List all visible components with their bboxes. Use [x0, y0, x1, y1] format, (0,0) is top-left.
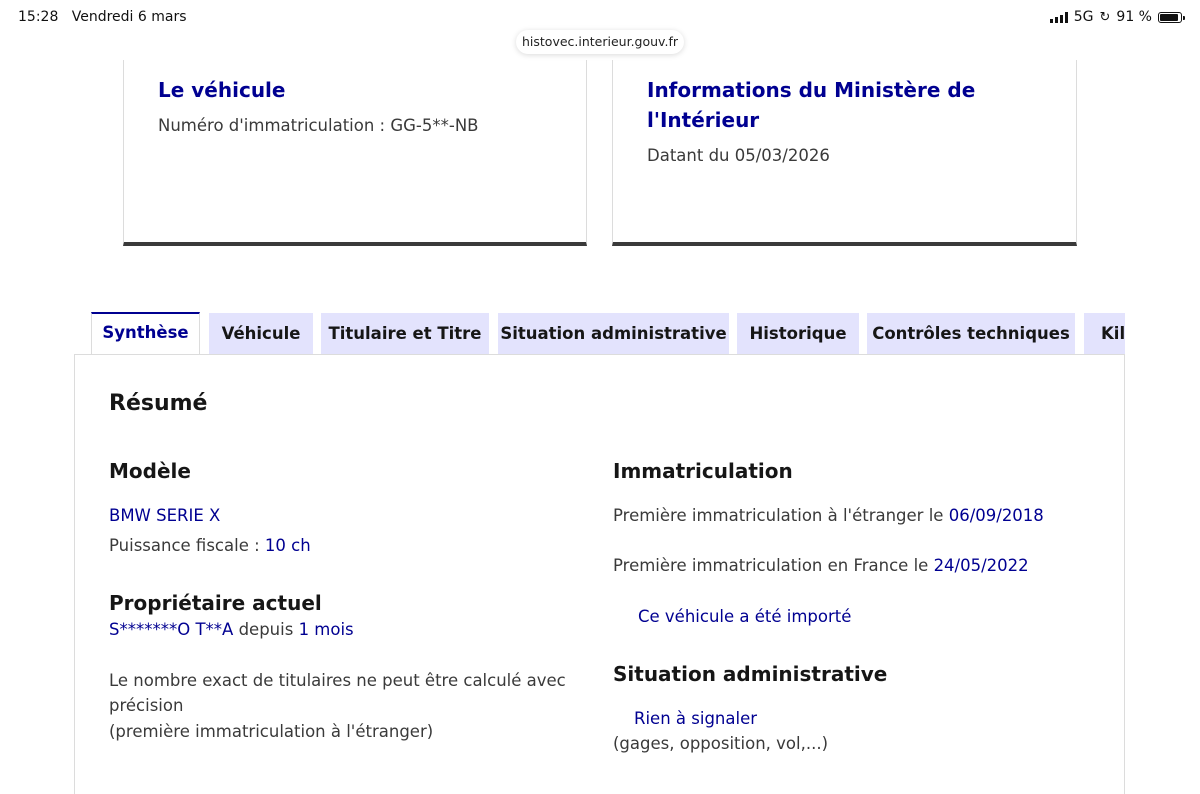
- owner-note-line-1: Le nombre exact de titulaires ne peut êt…: [109, 671, 566, 690]
- foreign-registration-label: Première immatriculation à l'étranger le: [613, 506, 949, 525]
- status-indicators: 5G ↻ 91 %: [1049, 9, 1185, 25]
- tab-kilometrage[interactable]: Kilométrage: [1084, 313, 1125, 354]
- tab-vehicule[interactable]: Véhicule: [209, 313, 313, 354]
- ministry-card: Informations du Ministère de l'Intérieur…: [612, 60, 1077, 246]
- summary-title: Résumé: [109, 391, 208, 416]
- data-date: Datant du 05/03/2026: [647, 146, 830, 165]
- tab-situation-administrative[interactable]: Situation administrative: [498, 313, 729, 354]
- owner-since-value: 1 mois: [298, 620, 354, 639]
- france-registration-label: Première immatriculation en France le: [613, 556, 934, 575]
- first-registration-france: Première immatriculation en France le 24…: [613, 556, 1029, 575]
- tab-titulaire[interactable]: Titulaire et Titre: [321, 313, 489, 354]
- synthese-panel: Résumé Modèle BMW SERIE X Puissance fisc…: [74, 354, 1125, 794]
- first-registration-foreign: Première immatriculation à l'étranger le…: [613, 506, 1044, 525]
- fiscal-power: Puissance fiscale : 10 ch: [109, 536, 311, 555]
- status-time-date: 15:28 Vendredi 6 mars: [18, 9, 187, 25]
- model-name: BMW SERIE X: [109, 506, 221, 525]
- status-time: 15:28: [18, 9, 59, 25]
- rotation-lock-icon: ↻: [1099, 9, 1111, 25]
- owner-note-line-3: (première immatriculation à l'étranger): [109, 722, 434, 741]
- owner-since-label: depuis: [233, 620, 299, 639]
- vehicle-card: Le véhicule Numéro d'immatriculation : G…: [123, 60, 587, 246]
- tab-controles-techniques[interactable]: Contrôles techniques: [867, 313, 1075, 354]
- tab-historique[interactable]: Historique: [737, 313, 859, 354]
- battery-icon: [1158, 11, 1185, 23]
- imported-notice: Ce véhicule a été importé: [638, 607, 852, 626]
- status-date: Vendredi 6 mars: [71, 9, 187, 25]
- fiscal-power-value: 10 ch: [264, 536, 311, 555]
- plate-number: Numéro d'immatriculation : GG-5**-NB: [158, 116, 479, 135]
- registration-heading: Immatriculation: [613, 459, 793, 483]
- admin-status: Rien à signaler: [634, 709, 758, 728]
- owner-name: S*******O T**A: [109, 620, 234, 639]
- signal-icon: [1049, 11, 1068, 23]
- fiscal-power-label: Puissance fiscale :: [109, 536, 265, 555]
- owner-heading: Propriétaire actuel: [109, 591, 322, 615]
- battery-percent: 91 %: [1116, 9, 1152, 25]
- france-registration-date: 24/05/2022: [933, 556, 1029, 575]
- vehicle-card-title: Le véhicule: [158, 78, 286, 102]
- tab-list: Synthèse Véhicule Titulaire et Titre Sit…: [91, 312, 1125, 355]
- admin-heading: Situation administrative: [613, 662, 888, 686]
- network-label: 5G: [1073, 9, 1094, 25]
- model-heading: Modèle: [109, 459, 191, 483]
- foreign-registration-date: 06/09/2018: [948, 506, 1044, 525]
- ministry-card-title: Informations du Ministère de l'Intérieur: [647, 78, 976, 132]
- url-bar[interactable]: histovec.interieur.gouv.fr: [516, 30, 684, 54]
- tab-synthese[interactable]: Synthèse: [91, 312, 200, 355]
- admin-detail: (gages, opposition, vol,...): [613, 734, 829, 753]
- owner-line: S*******O T**A depuis 1 mois: [109, 620, 354, 639]
- owner-note-line-2: précision: [109, 696, 184, 715]
